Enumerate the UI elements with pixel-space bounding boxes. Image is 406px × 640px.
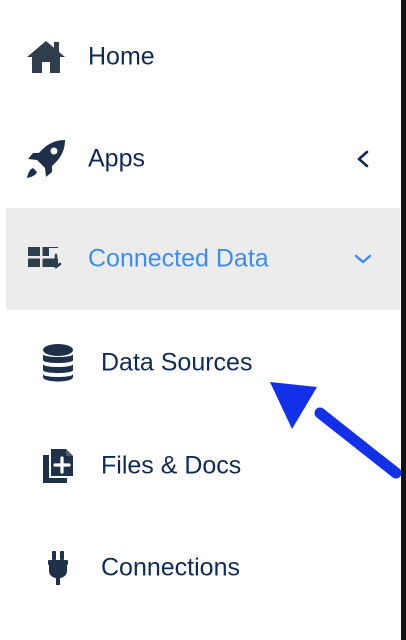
rocket-icon — [24, 137, 68, 181]
home-icon — [24, 35, 68, 79]
sidebar-item-connected-data[interactable]: Connected Data — [6, 208, 400, 310]
sidebar-item-home[interactable]: Home — [6, 6, 400, 108]
sidebar-item-label: Connected Data — [88, 244, 269, 273]
window-right-edge — [401, 0, 406, 640]
sidebar-subitem-data-sources[interactable]: Data Sources — [6, 312, 400, 414]
sidebar-item-apps[interactable]: Apps — [6, 108, 400, 210]
sidebar-subitem-label: Files & Docs — [101, 451, 242, 480]
database-icon — [40, 343, 76, 383]
chevron-down-icon[interactable] — [354, 250, 372, 268]
sidebar-subitem-label: Connections — [101, 553, 240, 582]
file-add-icon — [40, 446, 76, 486]
connected-data-icon — [24, 237, 68, 281]
sidebar-subitem-files-docs[interactable]: Files & Docs — [6, 415, 400, 517]
sidebar-subitem-connections[interactable]: Connections — [6, 517, 400, 619]
chevron-left-icon[interactable] — [354, 150, 372, 168]
plug-icon — [40, 548, 76, 588]
sidebar-subitem-label: Data Sources — [101, 348, 253, 377]
sidebar-item-label: Apps — [88, 144, 145, 173]
sidebar-navigation: Home Apps Connected Data Data Sources Fi… — [0, 0, 400, 640]
sidebar-item-label: Home — [88, 42, 155, 71]
